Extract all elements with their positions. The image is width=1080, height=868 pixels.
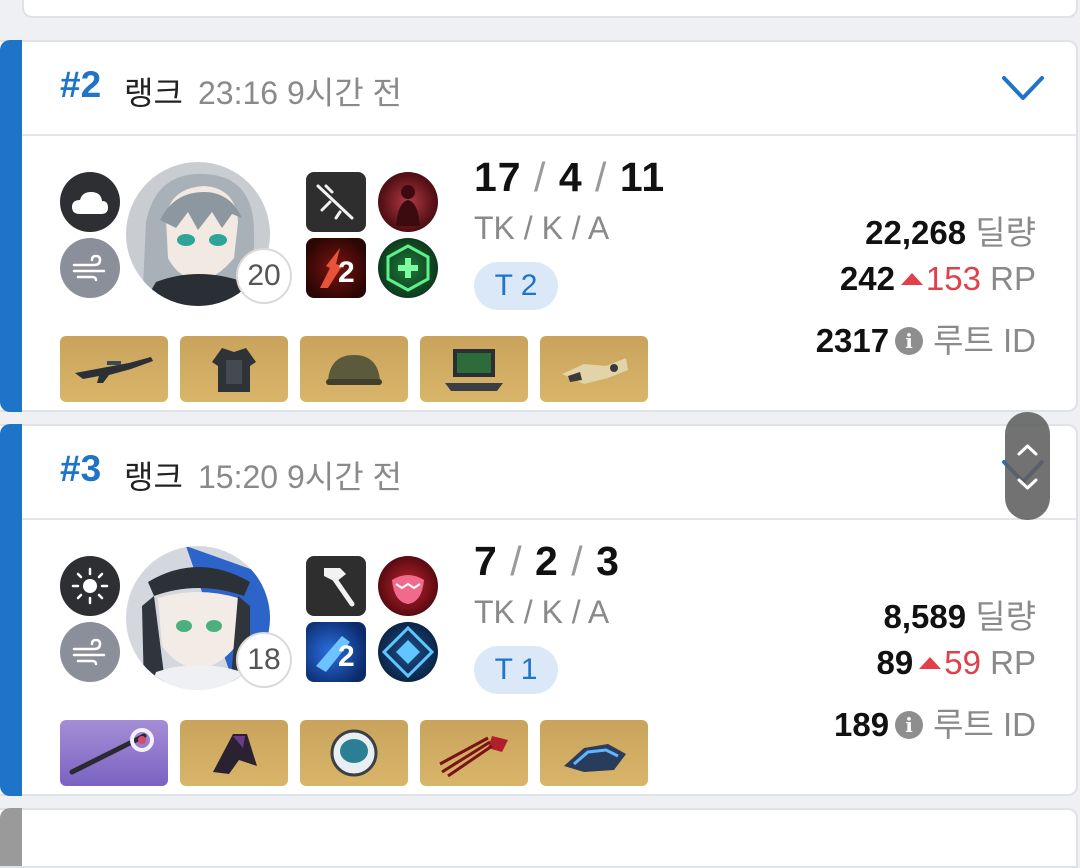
rank-stripe — [0, 808, 22, 866]
next-match-card-edge — [0, 808, 1078, 868]
scroll-navigator[interactable] — [1005, 412, 1050, 520]
kda-score: 7 / 2 / 3 — [474, 538, 620, 584]
rifle-item — [60, 336, 168, 402]
gauntlet-item — [540, 336, 648, 402]
weapon-skill-icon: 2 — [306, 238, 366, 298]
rank-stripe — [0, 40, 22, 412]
trait-icon — [378, 556, 438, 616]
kills: 4 — [558, 154, 583, 200]
kda-label: TK / K / A — [474, 594, 610, 630]
chevron-up-icon[interactable] — [1017, 444, 1038, 456]
helmet-item — [300, 336, 408, 402]
level-badge: 18 — [236, 632, 292, 688]
damage-value: 22,268 — [865, 214, 967, 251]
match-header[interactable]: #3 랭크 15:20 9시간 전 — [22, 426, 1076, 520]
route-label: 루트 ID — [933, 322, 1036, 359]
rp-up-arrow-icon — [900, 273, 923, 286]
info-icon[interactable]: i — [895, 327, 924, 356]
tier-badge: T 1 — [474, 646, 558, 694]
rp-stat: 89 59 RP — [877, 644, 1036, 682]
match-time: 15:20 9시간 전 — [198, 459, 402, 495]
rp-delta: 153 — [925, 260, 981, 297]
route-stat: 2317 i 루트 ID — [816, 314, 1036, 362]
armor-item — [180, 336, 288, 402]
assists: 3 — [596, 538, 620, 584]
route-value: 2317 — [815, 322, 890, 359]
rp-value: 242 — [839, 260, 895, 297]
skill-count: 2 — [338, 256, 355, 289]
damage-label: 딜량 — [975, 598, 1036, 635]
route-stat: 189 i 루트 ID — [834, 698, 1036, 746]
route-label: 루트 ID — [933, 706, 1036, 743]
medic-icon — [378, 238, 438, 298]
rifle-skill-icon — [306, 172, 366, 232]
previous-match-card-edge — [22, 0, 1078, 18]
damage-stat: 8,589 딜량 — [884, 590, 1037, 638]
cloud-icon — [60, 172, 120, 232]
rp-value: 89 — [876, 644, 914, 681]
wind-icon — [60, 622, 120, 682]
tier-badge: T 2 — [474, 262, 558, 310]
damage-stat: 22,268 딜량 — [865, 206, 1036, 254]
route-value: 189 — [834, 706, 890, 743]
sun-icon — [60, 556, 120, 616]
info-icon[interactable]: i — [895, 711, 924, 740]
trait-icon — [378, 172, 438, 232]
match-rank: #3 — [60, 448, 102, 489]
space-helmet-item — [300, 720, 408, 786]
kda-label: TK / K / A — [474, 210, 610, 246]
match-mode: 랭크 — [124, 75, 183, 111]
assists: 11 — [619, 154, 666, 200]
match-time: 23:16 9시간 전 — [198, 75, 402, 111]
kills: 2 — [535, 538, 559, 584]
cloak-item — [180, 720, 288, 786]
rp-stat: 242 153 RP — [840, 260, 1036, 298]
rp-delta: 59 — [944, 644, 981, 681]
skill-count: 2 — [338, 640, 355, 673]
team-kills: 7 — [474, 538, 498, 584]
match-rank: #2 — [60, 64, 102, 105]
rp-label: RP — [990, 260, 1036, 297]
weapon-skill-icon: 2 — [306, 622, 366, 682]
rank-stripe — [0, 424, 22, 796]
wind-icon — [60, 238, 120, 298]
kda-score: 17 / 4 / 11 — [474, 154, 666, 200]
damage-label: 딜량 — [975, 214, 1036, 251]
hammer-skill-icon — [306, 556, 366, 616]
chevron-down-icon[interactable] — [1017, 478, 1038, 490]
damage-value: 8,589 — [883, 598, 967, 635]
rp-label: RP — [990, 644, 1036, 681]
match-header[interactable]: #2 랭크 23:16 9시간 전 — [22, 42, 1076, 136]
shield-icon — [378, 622, 438, 682]
team-kills: 17 — [474, 154, 522, 200]
rp-up-arrow-icon — [919, 657, 942, 670]
claw-item — [420, 720, 528, 786]
chevron-down-icon[interactable] — [1000, 68, 1046, 108]
spear-item — [60, 720, 168, 786]
device-item — [420, 336, 528, 402]
match-card[interactable]: #3 랭크 15:20 9시간 전 18 2 7 / 2 / 3 TK / K … — [0, 424, 1078, 796]
level-badge: 20 — [236, 248, 292, 304]
match-mode: 랭크 — [124, 459, 183, 495]
blue-gauntlet-item — [540, 720, 648, 786]
match-card[interactable]: #2 랭크 23:16 9시간 전 20 2 17 / 4 / 11 TK / … — [0, 40, 1078, 412]
